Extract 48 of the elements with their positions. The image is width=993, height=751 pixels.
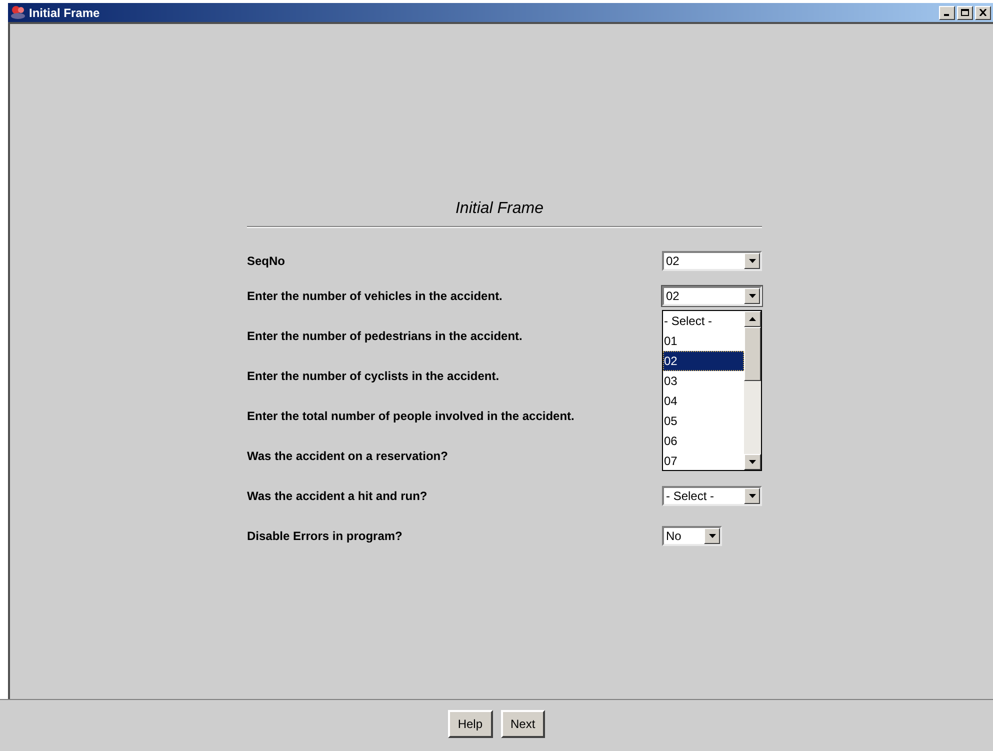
- dialog-button[interactable]: Next: [500, 710, 546, 738]
- question-label: Was the accident on a reservation?: [247, 448, 448, 465]
- combo-box[interactable]: 02: [662, 251, 762, 271]
- caret-icon: [708, 534, 716, 538]
- dropdown-option[interactable]: 07: [663, 451, 744, 471]
- dropdown-option[interactable]: 02: [663, 351, 744, 371]
- form-heading: Initial Frame: [454, 199, 545, 219]
- dialog-button[interactable]: Help: [448, 710, 492, 738]
- dropdown-arrow-button[interactable]: [744, 288, 760, 304]
- maximize-button[interactable]: [957, 6, 973, 20]
- question-label: Enter the number of pedestrians in the accident.: [247, 328, 522, 345]
- caret-icon: [748, 259, 756, 263]
- dropdown-arrow-button[interactable]: [744, 253, 760, 269]
- combo-box[interactable]: No: [662, 526, 722, 546]
- scroll-down-button[interactable]: [744, 454, 761, 470]
- question-label: Enter the number of cyclists in the accident.: [247, 368, 500, 385]
- dropdown-arrow-button[interactable]: [744, 488, 760, 504]
- combo-box[interactable]: 02: [662, 286, 762, 306]
- question-label: Was the accident a hit and run?: [247, 488, 428, 505]
- dropdown-option[interactable]: 03: [663, 371, 744, 391]
- dropdown-arrow-button[interactable]: [704, 528, 720, 544]
- maximize-icon: [961, 9, 969, 16]
- dropdown-option[interactable]: 01: [663, 331, 744, 351]
- question-label: Enter the number of vehicles in the accident.: [247, 288, 502, 305]
- up-arrow-icon: [749, 317, 756, 321]
- question-label: SeqNo: [247, 253, 286, 270]
- dropdown-option[interactable]: - Select -: [663, 311, 744, 331]
- combo-box[interactable]: - Select -: [662, 486, 762, 506]
- caret-icon: [748, 294, 756, 298]
- close-button[interactable]: [975, 6, 991, 20]
- question-label: Disable Errors in program?: [247, 528, 402, 545]
- app-icon: [10, 5, 26, 20]
- caret-icon: [748, 494, 756, 498]
- dropdown-option[interactable]: 05: [663, 411, 744, 431]
- combo-value: - Select -: [665, 488, 716, 504]
- dropdown-option[interactable]: 06: [663, 431, 744, 451]
- dropdown-option[interactable]: 04: [663, 391, 744, 411]
- combo-value: 02: [665, 253, 680, 269]
- down-arrow-icon: [749, 460, 756, 464]
- scroll-up-button[interactable]: [744, 311, 761, 327]
- scroll-thumb[interactable]: [744, 327, 761, 381]
- question-label: Enter the total number of people involved in the accident.: [247, 408, 574, 425]
- window-title: Initial Frame: [29, 4, 100, 22]
- minimize-button[interactable]: [939, 6, 955, 20]
- scrollbar[interactable]: [744, 311, 761, 470]
- combo-value: 02: [665, 288, 680, 304]
- close-icon: [979, 9, 987, 16]
- combo-value: No: [665, 528, 682, 544]
